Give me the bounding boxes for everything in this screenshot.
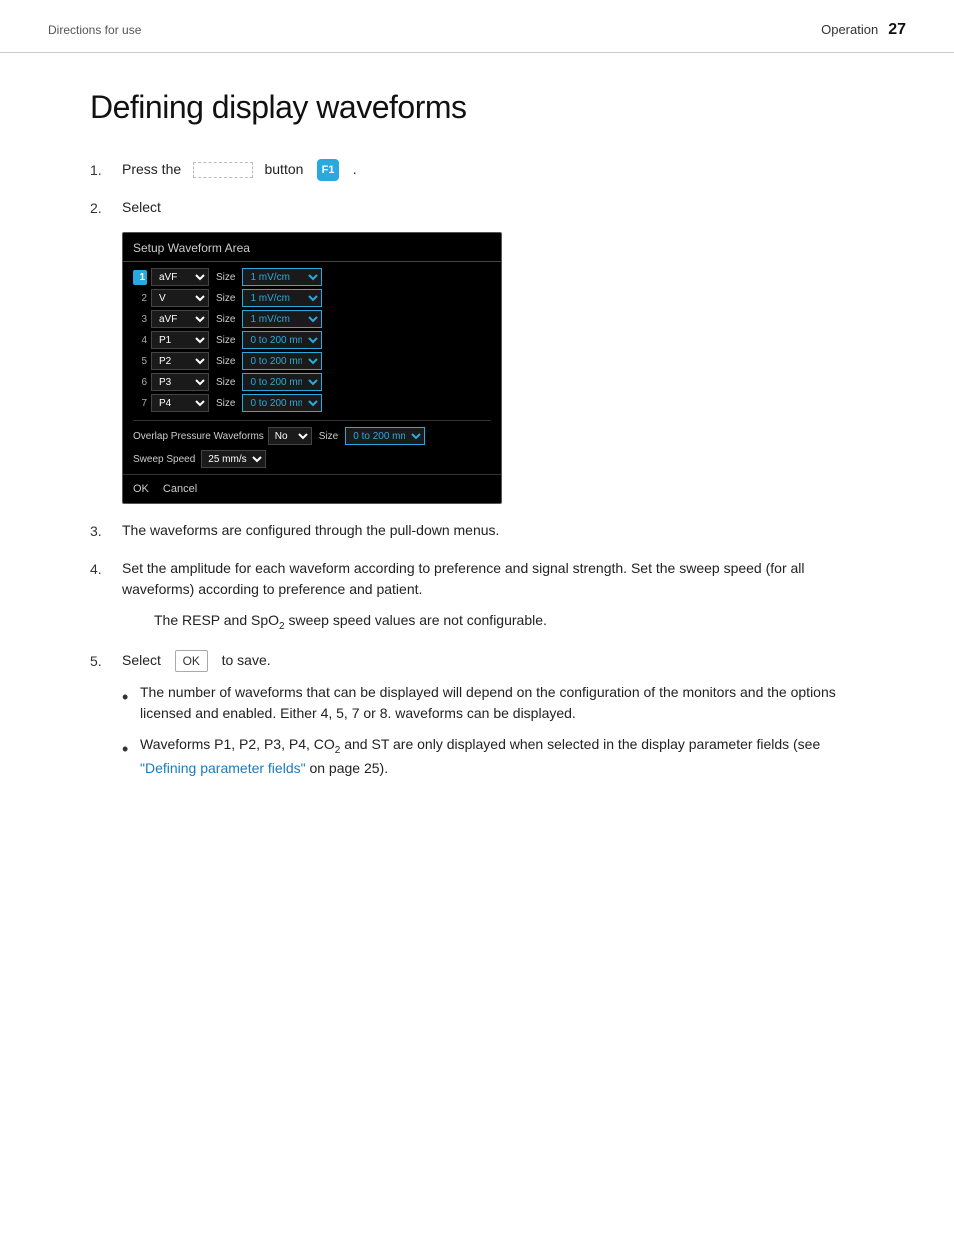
setup-waveform-dialog: Setup Waveform Area 1 aVF Size 1 mV/cm 2 — [122, 232, 502, 504]
note-text-before: The RESP and SpO — [154, 612, 279, 628]
step-2: 2. Select Setup Waveform Area 1 aVF Size… — [90, 197, 864, 504]
size-select-1[interactable]: 1 mV/cm — [242, 268, 322, 286]
dialog-body: 1 aVF Size 1 mV/cm 2 V Size 1 mV/cm — [123, 262, 501, 474]
overlap-pressure-row: Overlap Pressure Waveforms No Size 0 to … — [133, 420, 491, 445]
size-select-3[interactable]: 1 mV/cm — [242, 310, 322, 328]
step-3-number: 3. — [90, 520, 122, 542]
header-left-label: Directions for use — [48, 21, 141, 39]
waveform-row-5: 5 P2 Size 0 to 200 mmHg — [133, 352, 491, 370]
waveform-select-5[interactable]: P2 — [151, 352, 209, 370]
step-5-text-before: Select — [122, 652, 161, 668]
page-content: Defining display waveforms 1. Press the … — [0, 53, 954, 829]
step-1-content: Press the button F1 . — [122, 159, 864, 181]
overlap-size-select[interactable]: 0 to 200 mmHg — [345, 427, 425, 445]
f1-button-icon: F1 — [317, 159, 339, 181]
waveform-row-6: 6 P3 Size 0 to 200 mmHg — [133, 373, 491, 391]
waveform-row-7: 7 P4 Size 0 to 200 mmHg — [133, 394, 491, 412]
dialog-title: Setup Waveform Area — [123, 233, 501, 262]
step-4-number: 4. — [90, 558, 122, 580]
step-2-text: Select — [122, 199, 161, 215]
bullet-1-text: The number of waveforms that can be disp… — [140, 682, 864, 724]
overlap-select[interactable]: No — [268, 427, 312, 445]
sweep-select[interactable]: 25 mm/sec — [201, 450, 266, 468]
waveform-select-4[interactable]: P1 — [151, 331, 209, 349]
header-page-number: 27 — [888, 18, 906, 42]
dialog-cancel-button[interactable]: Cancel — [163, 483, 197, 495]
waveform-row-3: 3 aVF Size 1 mV/cm — [133, 310, 491, 328]
note-block: The RESP and SpO2 sweep speed values are… — [122, 610, 864, 634]
bullet-list: • The number of waveforms that can be di… — [90, 682, 864, 779]
step-4-text: Set the amplitude for each waveform acco… — [122, 558, 864, 600]
row-num-4: 4 — [133, 333, 147, 348]
section-title: Defining display waveforms — [90, 83, 864, 131]
overlap-size-label: Size — [319, 429, 338, 444]
size-select-6[interactable]: 0 to 200 mmHg — [242, 373, 322, 391]
defining-parameter-fields-link[interactable]: "Defining parameter fields" — [140, 760, 306, 776]
steps-list: 1. Press the button F1 . 2. Select Setu — [90, 159, 864, 504]
row-num-5: 5 — [133, 354, 147, 369]
row-num-6: 6 — [133, 375, 147, 390]
row-num-1: 1 — [133, 270, 147, 285]
row-num-7: 7 — [133, 396, 147, 411]
waveform-select-3[interactable]: aVF — [151, 310, 209, 328]
bullet-dot-2: • — [122, 734, 140, 763]
step-1-number: 1. — [90, 159, 122, 181]
waveform-row-1: 1 aVF Size 1 mV/cm — [133, 268, 491, 286]
bullet-2-text-after: and ST are only displayed when selected … — [340, 736, 820, 752]
bullet-item-1: • The number of waveforms that can be di… — [122, 682, 864, 724]
waveform-select-1[interactable]: aVF — [151, 268, 209, 286]
size-select-2[interactable]: 1 mV/cm — [242, 289, 322, 307]
sweep-speed-row: Sweep Speed 25 mm/sec — [133, 450, 491, 468]
note-text-after: sweep speed values are not configurable. — [285, 612, 547, 628]
bullet-dot-1: • — [122, 682, 140, 711]
step-5-text-after: to save. — [222, 652, 271, 668]
sweep-label: Sweep Speed — [133, 452, 195, 467]
row-num-3: 3 — [133, 312, 147, 327]
waveform-row-4: 4 P1 Size 0 to 200 mmHg — [133, 331, 491, 349]
waveform-row-2: 2 V Size 1 mV/cm — [133, 289, 491, 307]
bullet-2-content: Waveforms P1, P2, P3, P4, CO2 and ST are… — [140, 734, 864, 779]
dialog-ok-button[interactable]: OK — [133, 483, 149, 495]
bullet-item-2: • Waveforms P1, P2, P3, P4, CO2 and ST a… — [122, 734, 864, 779]
step-5-number: 5. — [90, 650, 122, 672]
overlap-label: Overlap Pressure Waveforms — [133, 429, 264, 444]
waveform-select-2[interactable]: V — [151, 289, 209, 307]
step-4: 4. Set the amplitude for each waveform a… — [90, 558, 864, 600]
step-3: 3. The waveforms are configured through … — [90, 520, 864, 542]
header-right: Operation 27 — [821, 18, 906, 42]
size-select-5[interactable]: 0 to 200 mmHg — [242, 352, 322, 370]
waveform-select-7[interactable]: P4 — [151, 394, 209, 412]
step-1-text-before: Press the — [122, 161, 181, 177]
dialog-footer: OK Cancel — [123, 474, 501, 503]
step-2-number: 2. — [90, 197, 122, 219]
step-5-content: Select OK to save. — [122, 650, 864, 672]
step-3-text: The waveforms are configured through the… — [122, 520, 864, 541]
bullet-2-text-before: Waveforms P1, P2, P3, P4, CO — [140, 736, 335, 752]
step-5-ok-box: OK — [175, 650, 208, 672]
page-header: Directions for use Operation 27 — [0, 0, 954, 53]
size-select-7[interactable]: 0 to 200 mmHg — [242, 394, 322, 412]
step-5: 5. Select OK to save. — [90, 650, 864, 672]
step-1-text-middle: button — [264, 161, 303, 177]
header-section-label: Operation — [821, 20, 878, 40]
step-2-content: Select Setup Waveform Area 1 aVF Size 1 … — [122, 197, 864, 504]
step-1-button-placeholder — [193, 162, 253, 178]
size-select-4[interactable]: 0 to 200 mmHg — [242, 331, 322, 349]
row-num-2: 2 — [133, 291, 147, 306]
step-1-text-after: . — [353, 161, 357, 177]
step-1: 1. Press the button F1 . — [90, 159, 864, 181]
bullet-2-link-suffix: on page 25). — [306, 760, 389, 776]
waveform-select-6[interactable]: P3 — [151, 373, 209, 391]
